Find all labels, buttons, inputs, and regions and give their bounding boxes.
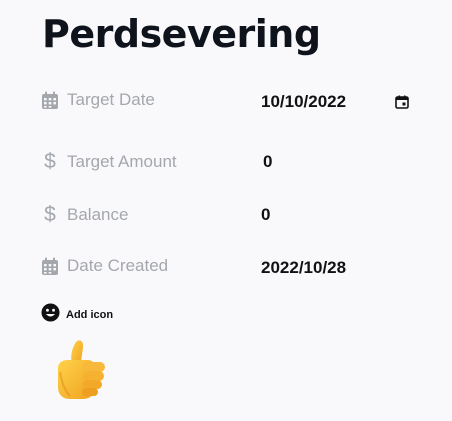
dollar-icon: $ [44,203,56,226]
date-created-label: Date Created [67,256,169,275]
date-created-label-group: Date Created [41,256,168,276]
calendar-picker-icon[interactable] [395,95,409,109]
target-date-label: Target Date [67,90,155,109]
balance-label: Balance [67,205,129,224]
target-amount-value[interactable]: 0 [263,152,272,172]
thumbs-up-icon[interactable] [52,338,110,405]
balance-label-group: $ Balance [41,203,128,227]
target-date-input[interactable]: 10/10/2022 [261,92,346,112]
target-date-label-group: Target Date [41,90,155,110]
target-amount-label-group: $ Target Amount [41,150,177,174]
calendar-icon [41,257,59,276]
date-created-value: 2022/10/28 [261,258,347,277]
page-title: Perdsevering [42,12,321,56]
add-icon-label: Add icon [66,308,114,321]
dollar-icon: $ [44,150,56,173]
smiley-icon [41,303,60,322]
add-icon-button[interactable]: Add icon [41,303,113,322]
target-amount-label: Target Amount [67,152,177,171]
calendar-icon [41,91,59,110]
balance-value: 0 [261,205,271,224]
